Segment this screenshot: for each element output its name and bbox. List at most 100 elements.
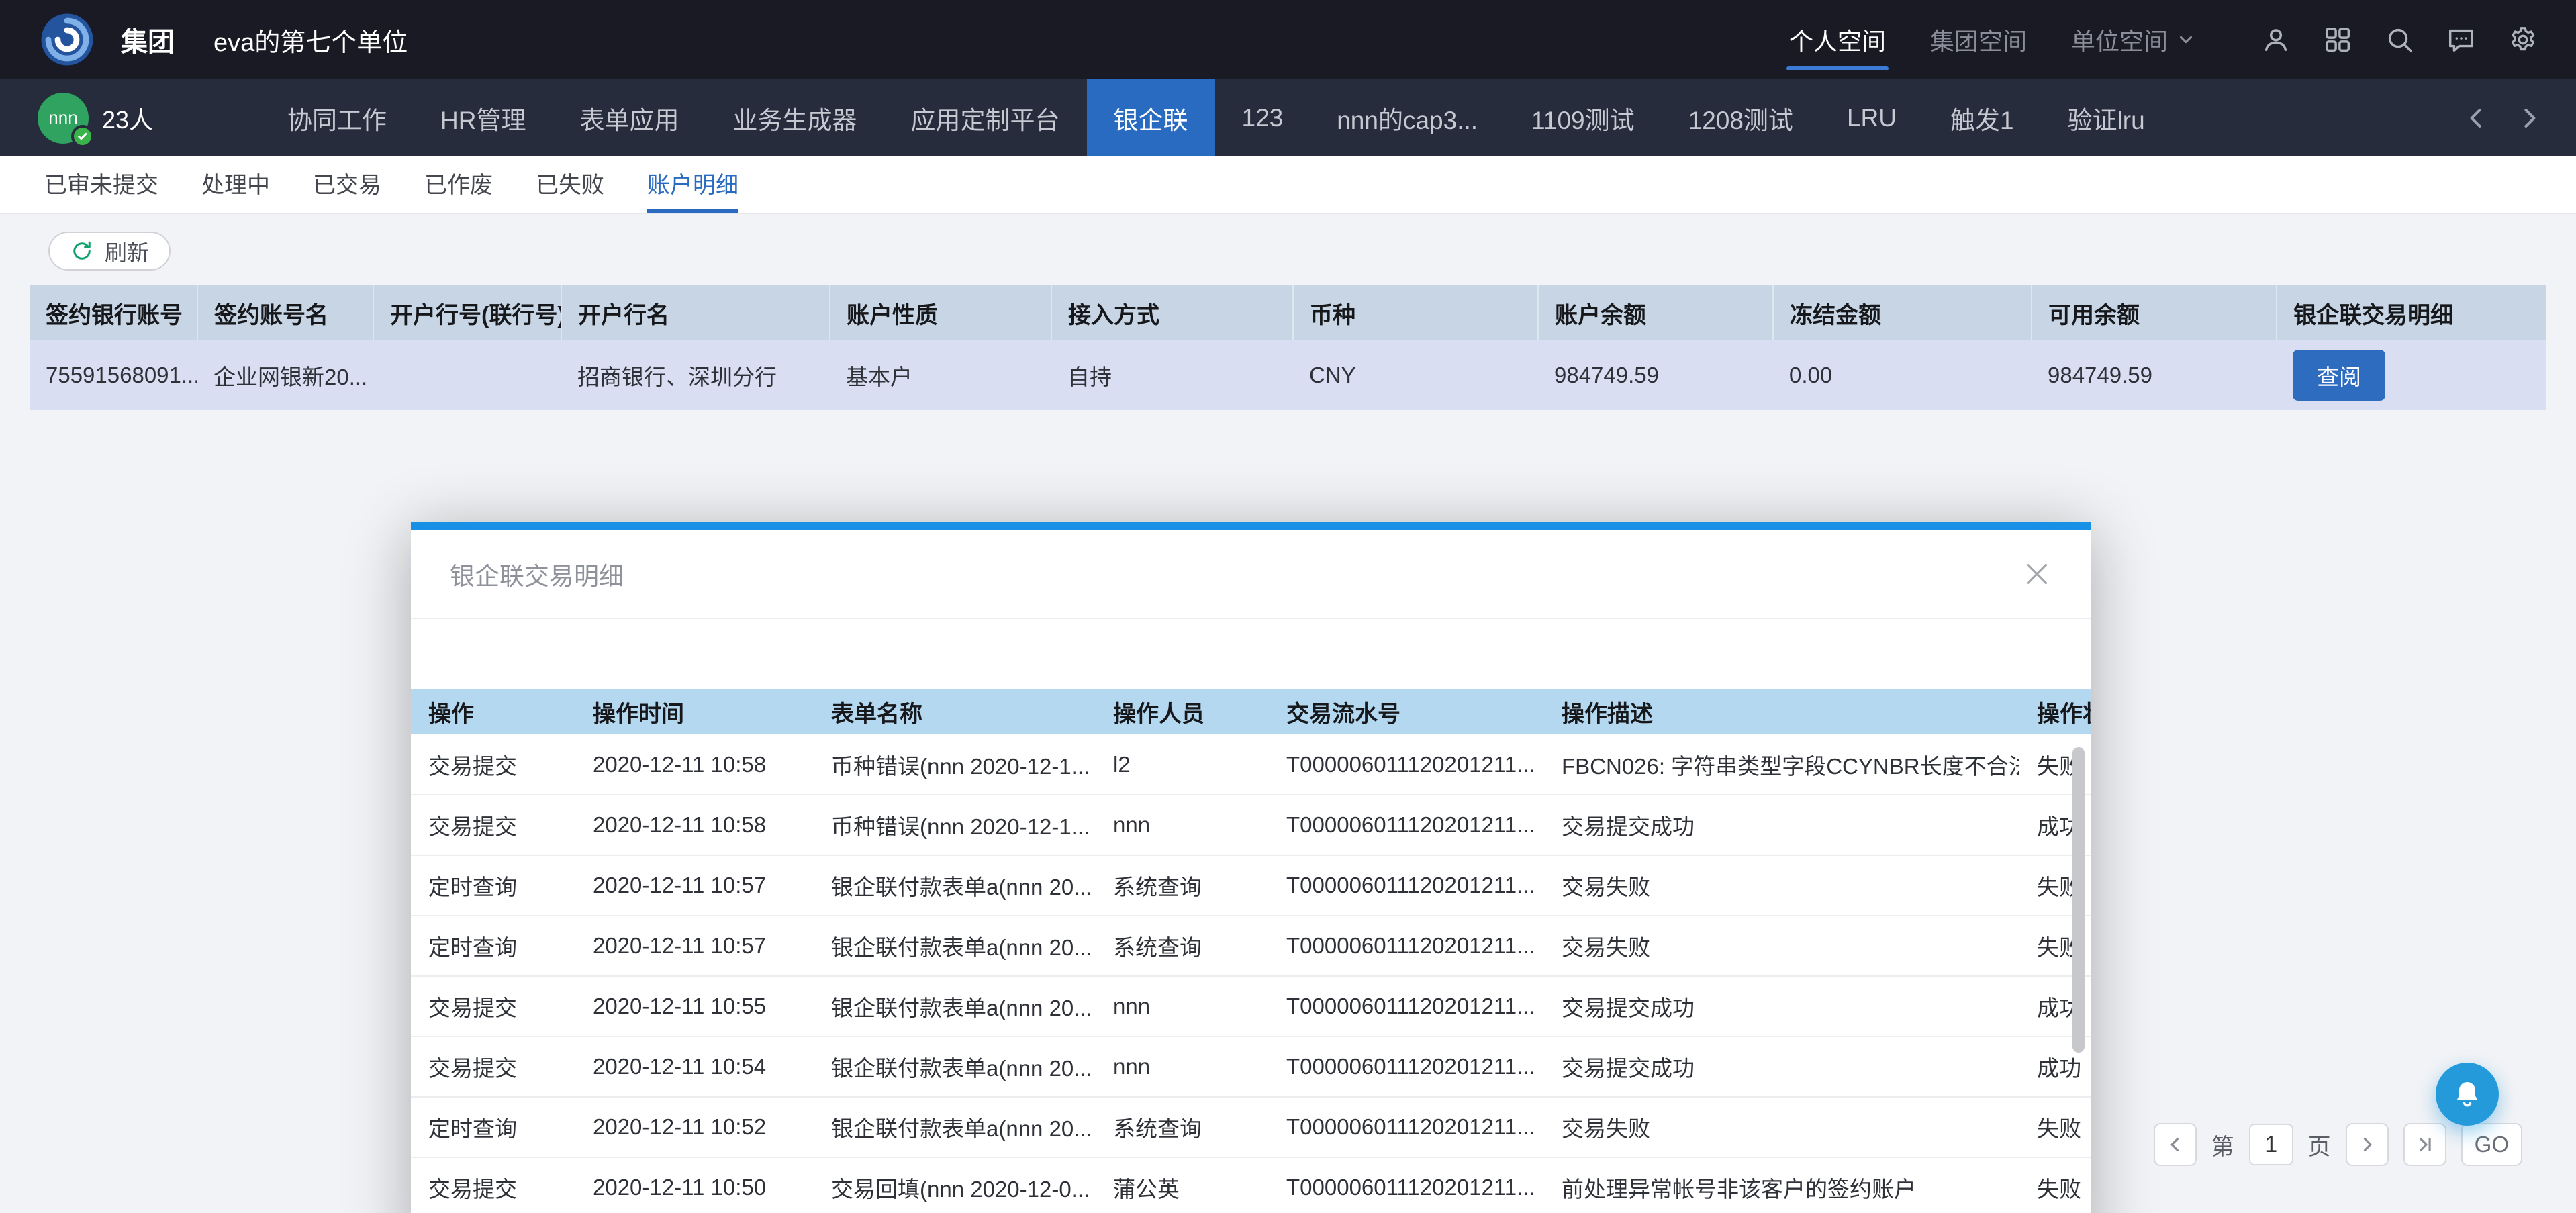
tab-failed[interactable]: 已失败 <box>536 156 604 213</box>
account-row[interactable]: 75591568091... 企业网银新20... 招商银行、深圳分行 基本户 … <box>30 340 2546 410</box>
check-badge-icon <box>71 125 94 148</box>
view-detail-button[interactable]: 查阅 <box>2293 350 2385 401</box>
cell-balance: 984749.59 <box>1538 340 1773 410</box>
cell-time: 2020-12-11 10:57 <box>575 855 814 916</box>
cell-time: 2020-12-11 10:58 <box>575 734 814 795</box>
tab-pending-approval[interactable]: 已审未提交 <box>44 156 158 213</box>
user-avatar[interactable]: nnn <box>38 93 89 144</box>
transaction-table-header-row: 操作 操作时间 表单名称 操作人员 交易流水号 操作描述 操作状态 <box>411 689 2091 734</box>
table-row: 定时查询 2020-12-11 10:57 银企联付款表单a(nnn 20...… <box>411 916 2091 976</box>
nav-user-block: nnn 23人 <box>38 79 153 156</box>
notification-bell-button[interactable] <box>2436 1063 2499 1126</box>
cell-operator: nnn <box>1096 795 1269 855</box>
col-header: 操作 <box>411 689 575 734</box>
cell-access-mode: 自持 <box>1051 340 1293 410</box>
tab-traded[interactable]: 已交易 <box>313 156 381 213</box>
chevron-left-icon <box>2164 1133 2187 1156</box>
cell-operator: 蒲公英 <box>1096 1157 1269 1213</box>
next-page-button[interactable] <box>2346 1123 2389 1166</box>
tab-processing[interactable]: 处理中 <box>201 156 270 213</box>
cell-operator: 系统查询 <box>1096 1097 1269 1157</box>
nav-item-biz-builder[interactable]: 业务生成器 <box>706 79 884 156</box>
space-personal[interactable]: 个人空间 <box>1789 22 1886 57</box>
cell-form-name: 银企联付款表单a(nnn 20... <box>814 1097 1096 1157</box>
last-page-button[interactable] <box>2403 1123 2446 1166</box>
nav-item-app-platform[interactable]: 应用定制平台 <box>884 79 1087 156</box>
cell-serial-no: T000006011120201211... <box>1269 795 1544 855</box>
go-button[interactable]: GO <box>2461 1123 2522 1166</box>
nav-item-1109-test[interactable]: 1109测试 <box>1505 79 1662 156</box>
nav-item-trigger1[interactable]: 触发1 <box>1923 79 2041 156</box>
cell-time: 2020-12-11 10:58 <box>575 795 814 855</box>
page-number-input[interactable] <box>2249 1124 2293 1165</box>
apps-grid-icon[interactable] <box>2322 24 2353 55</box>
table-row: 交易提交 2020-12-11 10:54 银企联付款表单a(nnn 20...… <box>411 1036 2091 1097</box>
cell-operation: 定时查询 <box>411 855 575 916</box>
chevron-left-icon[interactable] <box>2462 103 2491 133</box>
cell-time: 2020-12-11 10:52 <box>575 1097 814 1157</box>
nav-item-bank-link[interactable]: 银企联 <box>1087 79 1215 156</box>
cell-serial-no: T000006011120201211... <box>1269 1036 1544 1097</box>
last-page-icon <box>2414 1133 2436 1156</box>
space-unit[interactable]: 单位空间 <box>2071 22 2196 57</box>
space-group[interactable]: 集团空间 <box>1930 22 2027 57</box>
cell-status: 失败 <box>2019 1157 2091 1213</box>
toolbar: 刷新 <box>0 214 2576 271</box>
refresh-label: 刷新 <box>105 235 149 267</box>
cell-operation: 交易提交 <box>411 734 575 795</box>
table-row: 定时查询 2020-12-11 10:52 银企联付款表单a(nnn 20...… <box>411 1097 2091 1157</box>
contacts-icon[interactable] <box>2260 24 2291 55</box>
cell-description: FBCN026: 字符串类型字段CCYNBR长度不合法 <box>1544 734 2019 795</box>
chevron-right-icon[interactable] <box>2514 103 2544 133</box>
cell-description: 交易失败 <box>1544 855 2019 916</box>
refresh-button[interactable]: 刷新 <box>48 232 171 271</box>
cell-form-name: 银企联付款表单a(nnn 20... <box>814 855 1096 916</box>
search-icon[interactable] <box>2384 24 2415 55</box>
table-row: 交易提交 2020-12-11 10:55 银企联付款表单a(nnn 20...… <box>411 976 2091 1036</box>
table-row: 交易提交 2020-12-11 10:50 交易回填(nnn 2020-12-0… <box>411 1157 2091 1213</box>
org-label: 集团 <box>121 20 175 59</box>
close-icon[interactable] <box>2021 559 2052 589</box>
nav-item-verify-lru[interactable]: 验证lru <box>2041 79 2172 156</box>
cell-operator: 系统查询 <box>1096 855 1269 916</box>
modal-scrollbar-thumb[interactable] <box>2072 747 2085 1053</box>
col-header: 签约账号名 <box>197 285 373 340</box>
member-count[interactable]: 23人 <box>102 101 153 136</box>
cell-description: 前处理异常帐号非该客户的签约账户 <box>1544 1157 2019 1213</box>
cell-account-no: 75591568091... <box>30 340 197 410</box>
cell-serial-no: T000006011120201211... <box>1269 734 1544 795</box>
col-header: 银企联交易明细 <box>2277 285 2546 340</box>
col-header: 操作人员 <box>1096 689 1269 734</box>
col-header: 币种 <box>1293 285 1538 340</box>
messages-icon[interactable] <box>2446 24 2477 55</box>
nav-scroll-arrows <box>2462 79 2576 156</box>
nav-item-hr[interactable]: HR管理 <box>414 79 553 156</box>
col-header: 操作描述 <box>1544 689 2019 734</box>
page-suffix-label: 页 <box>2308 1128 2331 1161</box>
prev-page-button[interactable] <box>2154 1123 2197 1166</box>
cell-form-name: 交易回填(nnn 2020-12-0... <box>814 1157 1096 1213</box>
cell-status: 失败 <box>2019 1097 2091 1157</box>
tab-voided[interactable]: 已作废 <box>424 156 493 213</box>
pagination: 第 页 GO <box>2154 1123 2522 1166</box>
col-header: 表单名称 <box>814 689 1096 734</box>
tab-account-detail[interactable]: 账户明细 <box>647 156 738 213</box>
nav-item-123[interactable]: 123 <box>1215 79 1310 156</box>
nav-item-nnn-cap3[interactable]: nnn的cap3... <box>1310 79 1505 156</box>
cell-account-name: 企业网银新20... <box>197 340 373 410</box>
cell-operation: 定时查询 <box>411 1097 575 1157</box>
nav-item-lru[interactable]: LRU <box>1820 79 1923 156</box>
cell-operation: 定时查询 <box>411 916 575 976</box>
nav-item-forms[interactable]: 表单应用 <box>553 79 706 156</box>
nav-item-1208-test[interactable]: 1208测试 <box>1662 79 1820 156</box>
cell-time: 2020-12-11 10:55 <box>575 976 814 1036</box>
chevron-right-icon <box>2356 1133 2379 1156</box>
account-table-header-row: 签约银行账号 签约账号名 开户行号(联行号) 开户行名 账户性质 接入方式 币种… <box>30 285 2546 340</box>
cell-operation: 交易提交 <box>411 1036 575 1097</box>
col-header: 冻结金额 <box>1773 285 2032 340</box>
refresh-icon <box>70 239 94 263</box>
nav-item-collaboration[interactable]: 协同工作 <box>260 79 414 156</box>
cell-form-name: 币种错误(nnn 2020-12-1... <box>814 795 1096 855</box>
settings-icon[interactable] <box>2508 24 2538 55</box>
cell-operation: 交易提交 <box>411 976 575 1036</box>
